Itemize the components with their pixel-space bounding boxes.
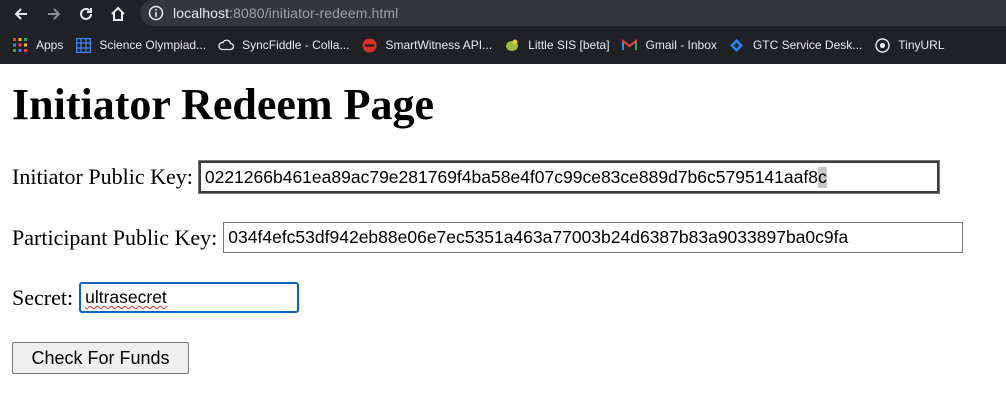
address-bar[interactable]: localhost:8080/initiator-redeem.html: [140, 0, 1006, 26]
check-for-funds-button[interactable]: Check For Funds: [12, 342, 189, 374]
back-arrow-icon[interactable]: [9, 2, 33, 26]
bookmark-gtc-service-desk[interactable]: GTC Service Desk...: [729, 33, 862, 57]
url-host: localhost: [173, 5, 230, 21]
globe-icon: [874, 37, 890, 53]
bookmarks-bar: Apps Science Olympiad... SyncFiddle - Co…: [0, 28, 1006, 62]
bookmark-label: TinyURL: [898, 38, 945, 52]
browser-chrome: localhost:8080/initiator-redeem.html App…: [0, 0, 1006, 64]
gmail-icon: [622, 37, 638, 53]
bookmark-label: Apps: [36, 38, 64, 52]
home-icon[interactable]: [106, 2, 130, 26]
secret-label: Secret:: [12, 284, 74, 310]
browser-toolbar: localhost:8080/initiator-redeem.html: [0, 0, 1006, 28]
bookmark-little-sis[interactable]: Little SIS [beta]: [504, 33, 610, 57]
red-circle-icon: [361, 37, 377, 53]
bookmark-tinyurl[interactable]: TinyURL: [874, 33, 945, 57]
participant-key-label: Participant Public Key:: [12, 224, 218, 250]
initiator-key-row: Initiator Public Key: 0221266b461ea89ac7…: [12, 160, 940, 194]
secret-input[interactable]: ultrasecret: [79, 282, 300, 313]
bookmark-gmail[interactable]: Gmail - Inbox: [622, 33, 717, 57]
site-info-icon[interactable]: [147, 4, 165, 22]
forward-arrow-icon[interactable]: [42, 2, 66, 26]
page-content: Initiator Redeem Page Initiator Public K…: [0, 64, 1006, 415]
cloud-icon: [218, 37, 235, 53]
page-title: Initiator Redeem Page: [12, 80, 434, 129]
initiator-key-value: 0221266b461ea89ac79e281769f4ba58e4f07c99…: [204, 166, 818, 187]
apps-grid-icon: [12, 37, 28, 53]
secret-row: Secret: ultrasecret: [12, 282, 300, 313]
grid-table-icon: [75, 37, 91, 53]
url-text: localhost:8080/initiator-redeem.html: [173, 5, 398, 21]
initiator-key-label: Initiator Public Key:: [12, 164, 193, 189]
bookmark-smartwitness[interactable]: SmartWitness API...: [361, 33, 492, 57]
bookmark-label: GTC Service Desk...: [752, 38, 863, 52]
bookmark-syncfiddle[interactable]: SyncFiddle - Colla...: [218, 33, 349, 57]
secret-value: ultrasecret: [85, 287, 167, 307]
participant-key-value: 034f4efc53df942eb88e06e7ec5351a463a77003…: [228, 227, 849, 247]
jira-icon: [729, 37, 745, 53]
bookmark-label: Gmail - Inbox: [645, 38, 717, 52]
bookmark-apps[interactable]: Apps: [12, 33, 63, 57]
bookmark-science-olympiad[interactable]: Science Olympiad...: [75, 33, 206, 57]
reload-icon[interactable]: [74, 2, 98, 26]
bookmark-label: Science Olympiad...: [99, 38, 207, 52]
initiator-key-input[interactable]: 0221266b461ea89ac79e281769f4ba58e4f07c99…: [197, 160, 940, 194]
bookmark-label: Little SIS [beta]: [528, 38, 610, 52]
participant-key-input[interactable]: 034f4efc53df942eb88e06e7ec5351a463a77003…: [223, 222, 964, 253]
url-path: :8080/initiator-redeem.html: [229, 5, 399, 21]
participant-key-row: Participant Public Key: 034f4efc53df942e…: [12, 222, 964, 253]
leaf-icon: [504, 37, 520, 53]
bookmark-label: SyncFiddle - Colla...: [242, 38, 350, 52]
bookmark-label: SmartWitness API...: [385, 38, 493, 52]
initiator-key-selection: c: [817, 166, 827, 188]
